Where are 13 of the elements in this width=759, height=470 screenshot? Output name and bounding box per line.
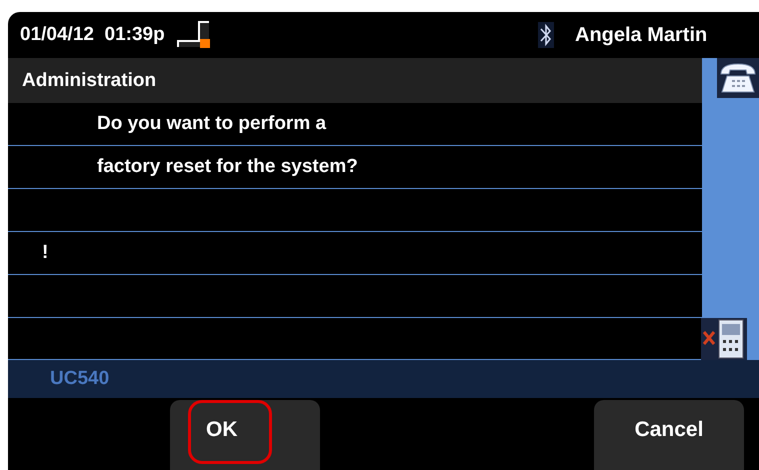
row-text: ! [42,242,48,264]
date-time: 01/04/12 01:39p [20,24,165,46]
phone-icon[interactable] [717,58,759,98]
disconnected-phone-icon[interactable] [701,318,747,360]
softkey-button[interactable]: OK [170,400,320,470]
system-label: UC540 [50,368,110,390]
softkey-button[interactable]: Cancel [594,400,744,470]
user-name: Angela Martin [575,24,708,47]
signal-icon [176,20,213,50]
row-text: factory reset for the system? [97,156,358,178]
bluetooth-icon [538,22,554,48]
row-text: Do you want to perform a [97,113,326,136]
screen-title: Administration [22,70,156,92]
